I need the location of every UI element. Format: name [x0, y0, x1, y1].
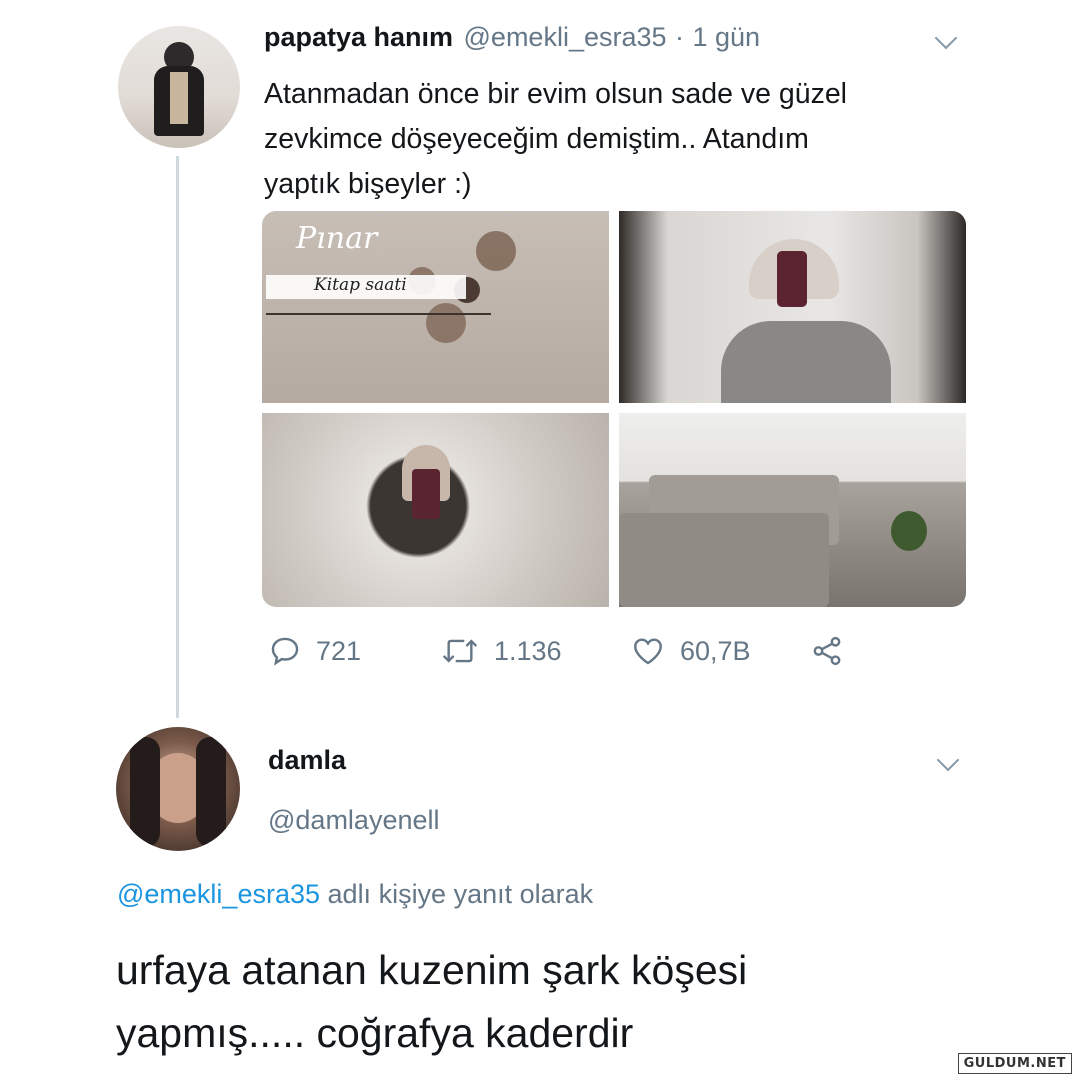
reply-icon[interactable]: [268, 634, 302, 668]
avatar-damla[interactable]: [116, 727, 240, 851]
thread-line: [176, 156, 179, 718]
media-photo-macrame-mirror[interactable]: [262, 413, 609, 607]
reply-mention-link[interactable]: @emekli_esra35: [117, 879, 320, 909]
author-name[interactable]: papatya hanım: [264, 22, 453, 52]
reply-text-line: yapmış..... coğrafya kaderdir: [116, 1010, 634, 1056]
retweet-icon[interactable]: [440, 634, 480, 668]
reply-count: 721: [316, 635, 362, 666]
reply-author-handle[interactable]: @damlayenell: [268, 805, 440, 836]
media-caption-name: Pınar: [296, 221, 378, 256]
tweet-time[interactable]: 1 gün: [692, 22, 760, 52]
media-photo-sofa[interactable]: [619, 413, 966, 607]
media-photo-mirror-selfie[interactable]: [619, 211, 966, 403]
reply-text-line: urfaya atanan kuzenim şark köşesi: [116, 947, 748, 993]
tweet-text-line: yaptık bişeyler :): [264, 168, 472, 200]
like-count: 60,7B: [680, 635, 751, 666]
chevron-down-icon[interactable]: [934, 26, 958, 50]
retweet-action[interactable]: 1.136: [440, 634, 562, 668]
reply-action[interactable]: 721: [268, 634, 361, 668]
share-icon[interactable]: [808, 634, 846, 668]
author-handle[interactable]: @emekli_esra35: [464, 22, 667, 52]
retweet-count: 1.136: [494, 635, 562, 666]
chevron-down-icon[interactable]: [936, 748, 960, 772]
tweet-text-line: Atanmadan önce bir evim olsun sade ve gü…: [264, 78, 848, 110]
reply-text: urfaya atanan kuzenim şark köşesi yapmış…: [116, 939, 747, 1065]
media-grid: Pınar Kitap saati: [262, 211, 966, 607]
avatar-papatya[interactable]: [118, 26, 240, 148]
media-caption-title: Kitap saati: [314, 275, 407, 295]
media-photo-clock[interactable]: Pınar Kitap saati: [262, 211, 609, 403]
tweet-text-line: zevkimce döşeyeceğim demiştim.. Atandım: [264, 123, 809, 155]
like-icon[interactable]: [630, 634, 666, 668]
like-action[interactable]: 60,7B: [630, 634, 751, 668]
tweet-text: Atanmadan önce bir evim olsun sade ve gü…: [264, 72, 984, 207]
reply-context: @emekli_esra35 adlı kişiye yanıt olarak: [117, 879, 593, 910]
tweet-header: papatya hanım @emekli_esra35 · 1 gün: [264, 22, 760, 53]
share-action[interactable]: [808, 634, 846, 668]
reply-author-name[interactable]: damla: [268, 745, 346, 776]
reply-context-text: adlı kişiye yanıt olarak: [327, 879, 594, 909]
watermark: GULDUM.NET: [957, 1053, 1072, 1074]
separator: ·: [674, 22, 684, 52]
